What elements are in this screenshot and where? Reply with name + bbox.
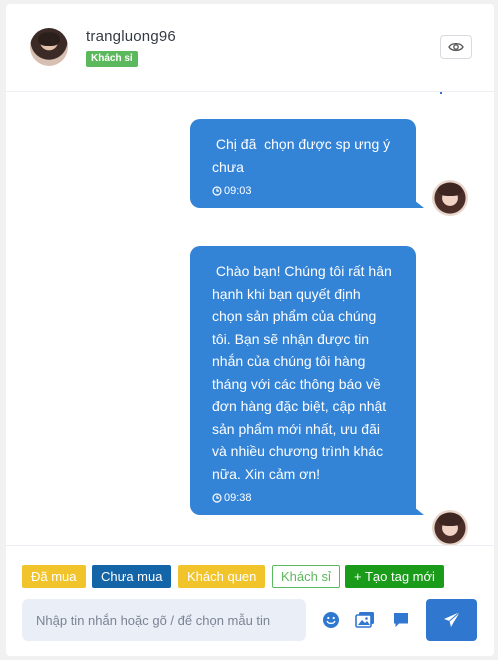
message-time: 09:03 — [224, 185, 252, 197]
clock-icon — [212, 186, 222, 196]
chat-bubble-icon — [394, 613, 408, 627]
message-text: Chị đã chọn được sp ưng ý chưa — [212, 136, 395, 175]
message-timestamp: 09:38 — [212, 491, 392, 505]
smile-icon — [323, 612, 339, 628]
message-bubble: Chị đã chọn được sp ưng ý chưa 09:03 — [190, 119, 424, 208]
message-composer — [6, 594, 494, 656]
tag-chua-mua[interactable]: Chưa mua — [92, 565, 172, 588]
message-time: 09:38 — [224, 492, 252, 504]
tag-bar: Đã mua Chưa mua Khách quen Khách sỉ + Tạ… — [6, 545, 494, 589]
eye-icon — [448, 42, 464, 52]
agent-avatar — [432, 510, 468, 546]
create-tag-button[interactable]: + Tạo tag mới — [345, 565, 444, 588]
agent-avatar — [432, 180, 468, 216]
images-icon — [355, 612, 374, 628]
message-template-button[interactable] — [390, 609, 412, 631]
message-bubble: Chào bạn! Chúng tôi rất hân hạnh khi bạn… — [190, 246, 424, 515]
tag-khach-quen[interactable]: Khách quen — [178, 565, 266, 588]
paper-plane-icon — [443, 611, 460, 627]
message-timestamp: 09:03 — [212, 184, 392, 198]
send-button[interactable] — [426, 599, 477, 641]
clock-icon — [212, 493, 222, 503]
chat-header: trangluong96 Khách sỉ — [6, 4, 494, 92]
customer-avatar[interactable] — [30, 28, 68, 66]
view-profile-button[interactable] — [440, 35, 472, 59]
attach-image-button[interactable] — [354, 609, 376, 631]
customer-username: trangluong96 — [86, 28, 176, 45]
message-input[interactable] — [22, 599, 306, 641]
message-list[interactable]: Chị đã chọn được sp ưng ý chưa 09:03 Chà… — [6, 93, 494, 546]
customer-role-badge: Khách sỉ — [86, 51, 138, 67]
chat-panel: trangluong96 Khách sỉ Chị đã chọn được s… — [6, 4, 494, 656]
message-text: Chào bạn! Chúng tôi rất hân hạnh khi bạn… — [212, 263, 396, 482]
tag-da-mua[interactable]: Đã mua — [22, 565, 86, 588]
emoji-button[interactable] — [320, 609, 342, 631]
tag-khach-si[interactable]: Khách sỉ — [272, 565, 340, 588]
